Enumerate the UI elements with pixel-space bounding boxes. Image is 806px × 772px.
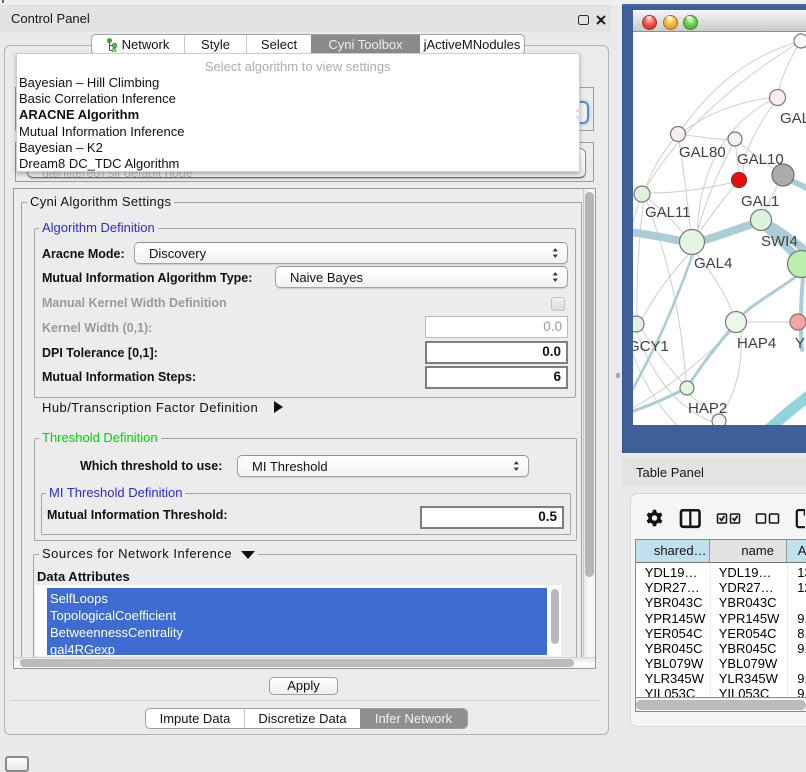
svg-text:GAL1: GAL1 — [741, 193, 779, 210]
svg-text:GAL11: GAL11 — [645, 204, 691, 221]
svg-text:YM: YM — [795, 335, 806, 352]
svg-text:SWI4: SWI4 — [761, 233, 798, 250]
svg-text:GAL2: GAL2 — [780, 110, 806, 127]
svg-text:HAP4: HAP4 — [737, 335, 776, 352]
svg-text:GAL10: GAL10 — [737, 151, 784, 168]
svg-text:HAP2: HAP2 — [688, 400, 727, 417]
svg-text:GAL80: GAL80 — [679, 144, 726, 161]
svg-text:GCY1: GCY1 — [633, 338, 669, 355]
svg-text:GAL4: GAL4 — [694, 255, 732, 272]
